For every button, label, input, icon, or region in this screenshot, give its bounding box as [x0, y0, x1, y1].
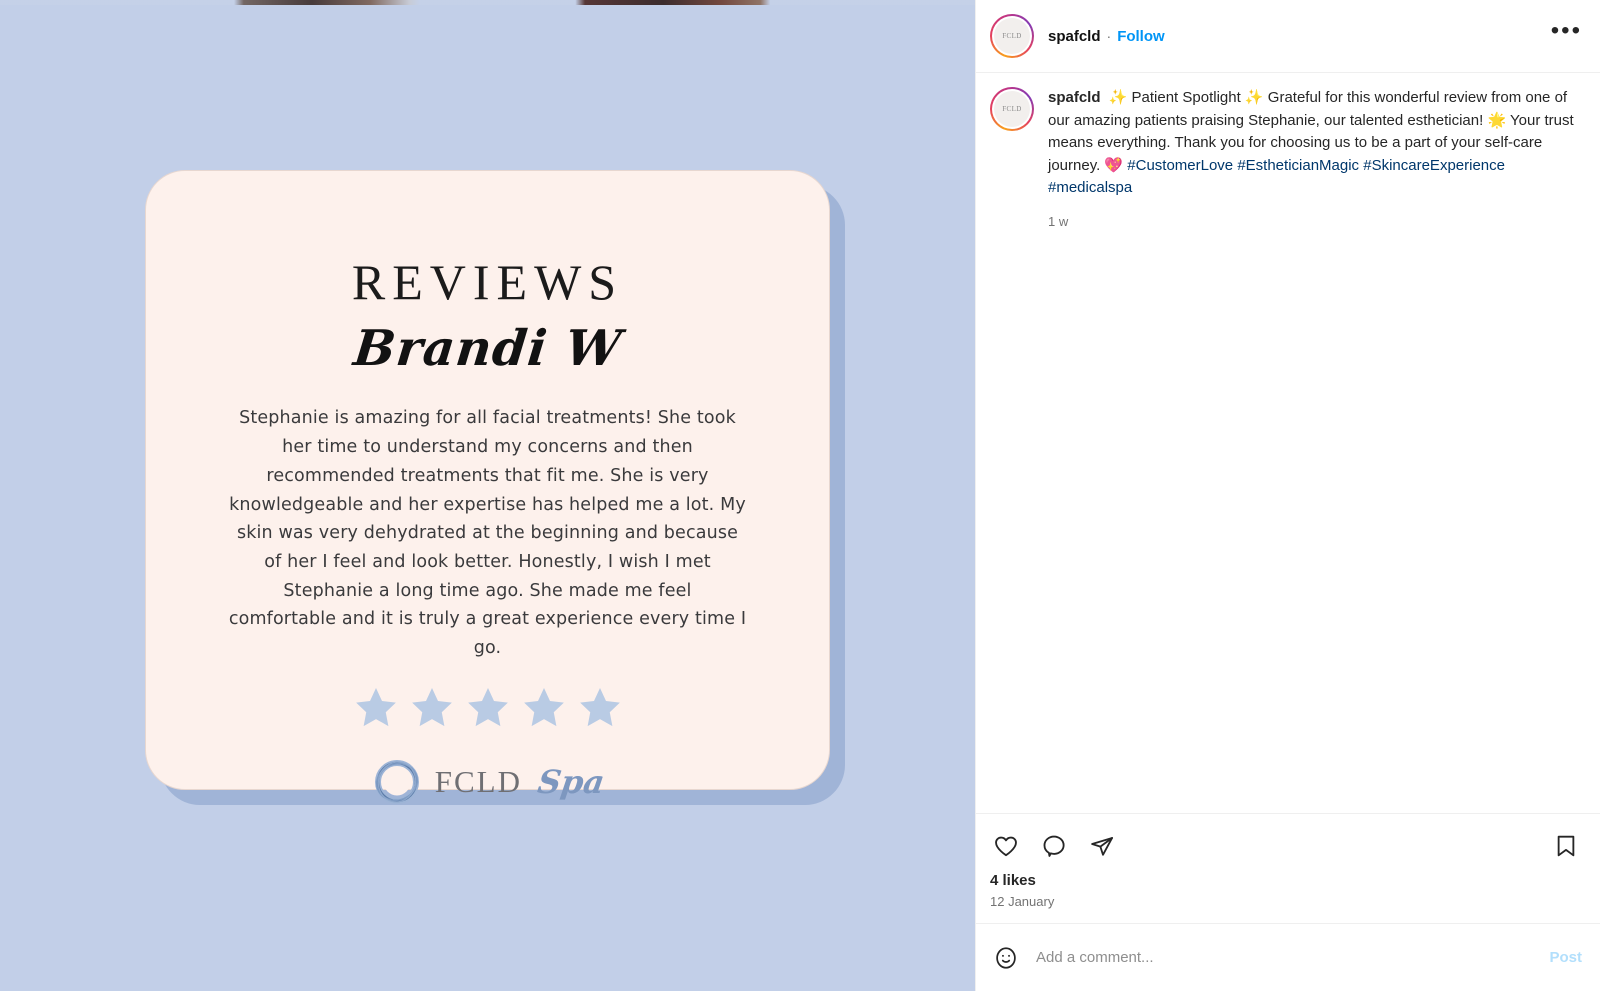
circle-brushstroke-icon — [374, 759, 419, 804]
caption-hashtag[interactable]: #SkincareExperience — [1363, 157, 1505, 174]
caption-avatar-image: FCLD — [994, 91, 1030, 127]
post-sidebar: FCLD spafcld · Follow ••• FCLD spafcld ✨… — [975, 0, 1600, 991]
caption-avatar-inner: FCLD — [992, 89, 1032, 129]
post-actions-block: 4 likes 12 January — [976, 813, 1600, 923]
avatar-image: FCLD — [994, 18, 1030, 54]
comments-area[interactable]: FCLD spafcld ✨ Patient Spotlight ✨ Grate… — [976, 73, 1600, 813]
save-icon[interactable] — [1550, 830, 1582, 862]
caption-hashtag[interactable]: #EstheticianMagic — [1237, 157, 1359, 174]
post-date: 12 January — [990, 894, 1055, 909]
emoji-icon[interactable] — [990, 942, 1022, 974]
star-icon — [523, 687, 564, 726]
add-comment-bar: Post — [976, 923, 1600, 991]
star-icon — [355, 687, 396, 726]
caption-segments: ✨ Patient Spotlight ✨ Grateful for this … — [1048, 89, 1574, 196]
caption-timestamp: 1 w — [1048, 213, 1069, 229]
likes-count[interactable]: 4 likes — [990, 872, 1582, 889]
caption-text: spafcld ✨ Patient Spotlight ✨ Grateful f… — [1048, 87, 1582, 200]
caption-hashtag[interactable]: #medicalspa — [1048, 179, 1132, 196]
follow-button[interactable]: Follow — [1117, 28, 1165, 45]
star-icon — [467, 687, 508, 726]
post-action-icons — [990, 826, 1582, 866]
post-header: FCLD spafcld · Follow ••• — [976, 0, 1600, 73]
review-card-title: REVIEWS — [351, 254, 624, 310]
star-icon — [411, 687, 452, 726]
avatar-inner: FCLD — [992, 16, 1032, 56]
caption-avatar[interactable]: FCLD — [990, 87, 1034, 131]
review-card: REVIEWS Brandi W Stephanie is amazing fo… — [145, 170, 830, 804]
review-card-reviewer-name: Brandi W — [350, 319, 625, 377]
star-icon — [579, 687, 620, 726]
review-card-brand-logo: FCLD Spa — [371, 756, 607, 808]
carousel-previous-image-sliver — [0, 0, 975, 5]
review-card-brand-suffix: Spa — [535, 762, 607, 801]
like-icon[interactable] — [990, 830, 1022, 862]
caption-username[interactable]: spafcld — [1048, 89, 1101, 106]
share-icon[interactable] — [1086, 830, 1118, 862]
instagram-post-view: REVIEWS Brandi W Stephanie is amazing fo… — [0, 0, 1600, 991]
caption-hashtag[interactable]: #CustomerLove — [1127, 157, 1233, 174]
more-options-icon[interactable]: ••• — [1551, 19, 1582, 46]
post-author-username[interactable]: spafcld — [1048, 28, 1101, 45]
review-card-brand-name: FCLD — [434, 763, 523, 799]
post-media-panel[interactable]: REVIEWS Brandi W Stephanie is amazing fo… — [0, 0, 975, 991]
review-card-body-text: Stephanie is amazing for all facial trea… — [228, 408, 747, 659]
avatar[interactable]: FCLD — [990, 14, 1034, 58]
review-card-star-rating — [353, 685, 623, 730]
post-comment-button[interactable]: Post — [1549, 949, 1582, 966]
caption-row: FCLD spafcld ✨ Patient Spotlight ✨ Grate… — [990, 87, 1582, 229]
caption-body: spafcld ✨ Patient Spotlight ✨ Grateful f… — [1048, 87, 1582, 229]
header-separator: · — [1106, 28, 1112, 44]
comment-icon[interactable] — [1038, 830, 1070, 862]
add-comment-input[interactable] — [1036, 949, 1536, 966]
